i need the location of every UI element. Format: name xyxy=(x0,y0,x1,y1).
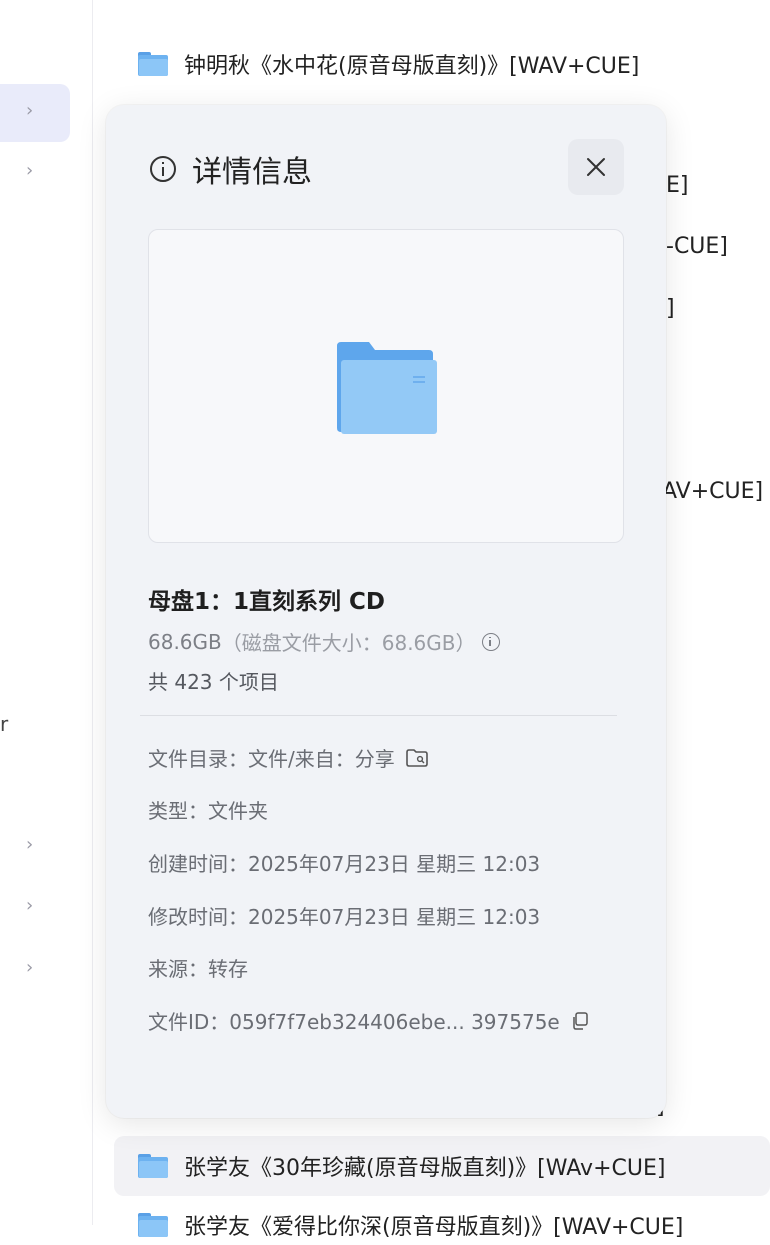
directory-row: 文件目录：文件/来自：分享 xyxy=(148,743,429,772)
type-row: 类型：文件夹 xyxy=(148,799,268,823)
list-item[interactable]: 钟明秋《水中花(原音母版直刻)》[WAV+CUE] xyxy=(138,44,639,84)
list-item[interactable]: 张学友《爱得比你深(原音母版直刻)》[WAV+CUE] xyxy=(138,1205,683,1245)
sidebar: › › r › › › xyxy=(0,0,93,1225)
info-icon[interactable] xyxy=(481,632,500,651)
info-icon xyxy=(150,156,176,182)
panel-header: 详情信息 xyxy=(150,147,312,191)
directory-text: 文件目录：文件/来自：分享 xyxy=(148,747,395,771)
folder-icon xyxy=(138,52,168,76)
close-icon xyxy=(587,158,605,176)
copy-icon[interactable] xyxy=(570,1011,590,1031)
chevron-right-icon[interactable]: › xyxy=(26,895,33,916)
folder-icon xyxy=(337,342,437,434)
file-size-value: 68.6GB xyxy=(148,629,222,654)
close-button[interactable] xyxy=(568,139,624,195)
source-row: 来源：转存 xyxy=(148,957,248,981)
chevron-right-icon[interactable]: › xyxy=(26,834,33,855)
list-item-name: 张学友《30年珍藏(原音母版直刻)》[WAv+CUE] xyxy=(184,1156,666,1181)
chevron-right-icon[interactable]: › xyxy=(26,160,33,181)
list-item-name-peek: E] xyxy=(666,173,689,198)
panel-title: 详情信息 xyxy=(192,155,312,190)
details-panel: 详情信息 母盘1：1直刻系列 CD 68.6GB （磁盘文件大小：68.6GB）… xyxy=(106,105,666,1118)
folder-icon xyxy=(138,1154,168,1178)
sidebar-item-label: r xyxy=(0,712,9,736)
list-item-name-peek: AV+CUE] xyxy=(662,479,764,504)
folder-location-icon[interactable] xyxy=(405,748,429,768)
chevron-right-icon[interactable]: › xyxy=(26,100,33,121)
item-count: 共 423 个项目 xyxy=(148,670,279,694)
file-id-row: 文件ID：059f7f7eb324406ebe... 397575e xyxy=(148,1006,590,1035)
folder-icon xyxy=(138,1213,168,1237)
list-item-name: 钟明秋《水中花(原音母版直刻)》[WAV+CUE] xyxy=(184,54,640,79)
disk-size: （磁盘文件大小：68.6GB） xyxy=(221,631,476,655)
modified-row: 修改时间：2025年07月23日 星期三 12:03 xyxy=(148,905,541,929)
divider xyxy=(140,715,617,716)
file-id-text: 文件ID：059f7f7eb324406ebe... 397575e xyxy=(148,1010,560,1034)
created-row: 创建时间：2025年07月23日 星期三 12:03 xyxy=(148,852,541,876)
file-size: 68.6GB （磁盘文件大小：68.6GB） xyxy=(148,627,500,656)
list-item-name-peek: ] xyxy=(666,296,675,321)
file-name: 母盘1：1直刻系列 CD xyxy=(148,589,385,615)
sidebar-active-item[interactable] xyxy=(0,84,70,142)
file-preview xyxy=(148,229,624,543)
chevron-right-icon[interactable]: › xyxy=(26,957,33,978)
list-item[interactable]: 张学友《30年珍藏(原音母版直刻)》[WAv+CUE] xyxy=(138,1146,665,1186)
list-item-name: 张学友《爱得比你深(原音母版直刻)》[WAV+CUE] xyxy=(184,1215,684,1240)
list-item-name-peek: -CUE] xyxy=(666,234,728,259)
